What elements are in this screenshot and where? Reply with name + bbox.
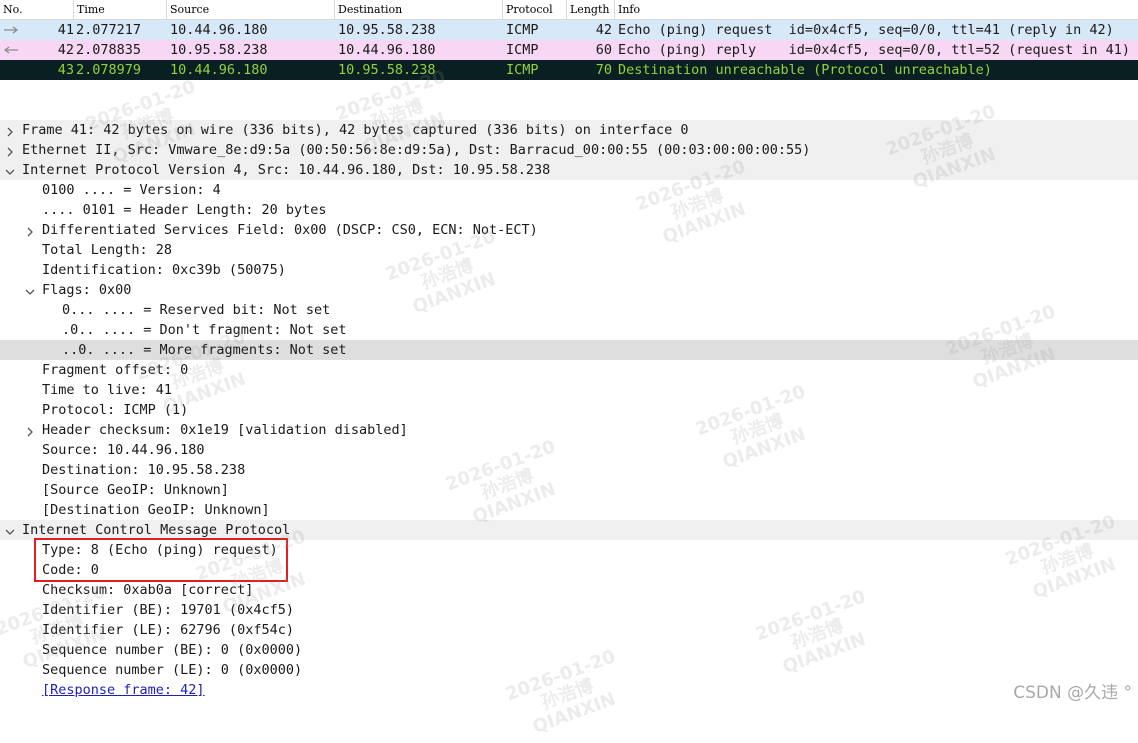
tree-item-label: Sequence number (BE): 0 (0x0000) xyxy=(42,642,303,658)
packet-cell-source: 10.44.96.180 xyxy=(170,22,268,38)
chevron-down-icon[interactable] xyxy=(4,524,16,536)
tree-item-label: Sequence number (LE): 0 (0x0000) xyxy=(42,662,303,678)
tree-item[interactable]: Source: 10.44.96.180 xyxy=(0,440,1138,460)
packet-cell-info: Echo (ping) reply id=0x4cf5, seq=0/0, tt… xyxy=(618,42,1131,58)
arrow-right-icon xyxy=(3,20,19,40)
tree-item[interactable]: Sequence number (BE): 0 (0x0000) xyxy=(0,640,1138,660)
tree-item-label: Internet Control Message Protocol xyxy=(22,522,291,538)
annotation-highlight-box xyxy=(34,538,288,582)
tree-item[interactable]: Differentiated Services Field: 0x00 (DSC… xyxy=(0,220,1138,240)
column-header-info[interactable]: Info xyxy=(615,0,1138,19)
tree-item-label: Source: 10.44.96.180 xyxy=(42,442,205,458)
packet-cell-length: 42 xyxy=(595,22,612,38)
tree-item[interactable]: Destination: 10.95.58.238 xyxy=(0,460,1138,480)
tree-item-label: ..0. .... = More fragments: Not set xyxy=(62,342,347,358)
chevron-down-icon[interactable] xyxy=(24,284,36,296)
tree-item-label: Identifier (BE): 19701 (0x4cf5) xyxy=(42,602,294,618)
tree-item-label: Flags: 0x00 xyxy=(42,282,132,298)
tree-item-label: Destination: 10.95.58.238 xyxy=(42,462,246,478)
packet-cell-protocol: ICMP xyxy=(506,22,539,38)
packet-cell-info: Echo (ping) request id=0x4cf5, seq=0/0, … xyxy=(618,22,1114,38)
response-frame-link[interactable]: [Response frame: 42] xyxy=(42,680,205,700)
tree-item-label: Identification: 0xc39b (50075) xyxy=(42,262,286,278)
packet-cell-no: 41 xyxy=(57,22,74,38)
tree-item[interactable]: Identifier (BE): 19701 (0x4cf5) xyxy=(0,600,1138,620)
tree-item-label: Header checksum: 0x1e19 [validation disa… xyxy=(42,422,408,438)
packet-cell-protocol: ICMP xyxy=(506,42,539,58)
tree-item[interactable]: Sequence number (LE): 0 (0x0000) xyxy=(0,660,1138,680)
tree-item-label: Differentiated Services Field: 0x00 (DSC… xyxy=(42,222,538,238)
tree-item[interactable]: Identification: 0xc39b (50075) xyxy=(0,260,1138,280)
chevron-down-icon[interactable] xyxy=(4,164,16,176)
column-header-destination[interactable]: Destination xyxy=(335,0,503,19)
packet-cell-info: Destination unreachable (Protocol unreac… xyxy=(618,62,992,78)
tree-item[interactable]: Time to live: 41 xyxy=(0,380,1138,400)
packet-list-header: No. Time Source Destination Protocol Len… xyxy=(0,0,1138,20)
packet-list: No. Time Source Destination Protocol Len… xyxy=(0,0,1138,80)
pane-separator xyxy=(0,80,1138,120)
tree-item[interactable]: .0.. .... = Don't fragment: Not set xyxy=(0,320,1138,340)
tree-item[interactable]: [Destination GeoIP: Unknown] xyxy=(0,500,1138,520)
tree-item[interactable]: 0100 .... = Version: 4 xyxy=(0,180,1138,200)
packet-cell-time: 2.078979 xyxy=(76,62,142,78)
packet-row[interactable]: 43 2.078979 10.44.96.180 10.95.58.238 ICMP 70… xyxy=(0,60,1138,80)
tree-item[interactable]: Total Length: 28 xyxy=(0,240,1138,260)
tree-item-label: 0... .... = Reserved bit: Not set xyxy=(62,302,331,318)
packet-cell-destination: 10.95.58.238 xyxy=(338,62,436,78)
tree-item-label: [Destination GeoIP: Unknown] xyxy=(42,502,270,518)
tree-item[interactable]: ..0. .... = More fragments: Not set xyxy=(0,340,1138,360)
column-header-protocol[interactable]: Protocol xyxy=(503,0,567,19)
tree-item[interactable]: Fragment offset: 0 xyxy=(0,360,1138,380)
packet-cell-destination: 10.95.58.238 xyxy=(338,22,436,38)
packet-cell-time: 2.077217 xyxy=(76,22,142,38)
column-header-no[interactable]: No. xyxy=(0,0,74,19)
tree-item[interactable]: Frame 41: 42 bytes on wire (336 bits), 4… xyxy=(0,120,1138,140)
chevron-right-icon[interactable] xyxy=(24,224,36,237)
tree-item[interactable]: Internet Control Message Protocol xyxy=(0,520,1138,540)
tree-item[interactable]: 0... .... = Reserved bit: Not set xyxy=(0,300,1138,320)
tree-item[interactable]: Ethernet II, Src: Vmware_8e:d9:5a (00:50… xyxy=(0,140,1138,160)
tree-item[interactable]: [Response frame: 42] xyxy=(0,680,1138,700)
tree-item-label: Frame 41: 42 bytes on wire (336 bits), 4… xyxy=(22,122,689,138)
chevron-right-icon[interactable] xyxy=(24,424,36,437)
packet-cell-length: 60 xyxy=(595,42,612,58)
packet-cell-source: 10.95.58.238 xyxy=(170,42,268,58)
tree-item-label: Identifier (LE): 62796 (0xf54c) xyxy=(42,622,294,638)
tree-item-label: Checksum: 0xab0a [correct] xyxy=(42,582,254,598)
packet-cell-no: 43 xyxy=(57,62,74,78)
tree-item[interactable]: Checksum: 0xab0a [correct] xyxy=(0,580,1138,600)
tree-item[interactable]: [Source GeoIP: Unknown] xyxy=(0,480,1138,500)
packet-cell-length: 70 xyxy=(595,62,612,78)
packet-cell-source: 10.44.96.180 xyxy=(170,62,268,78)
column-header-time[interactable]: Time xyxy=(74,0,167,19)
packet-row[interactable]: 41 2.077217 10.44.96.180 10.95.58.238 ICMP 42… xyxy=(0,20,1138,40)
packet-cell-protocol: ICMP xyxy=(506,62,539,78)
chevron-right-icon[interactable] xyxy=(4,144,16,157)
tree-item-label: Time to live: 41 xyxy=(42,382,173,398)
packet-cell-destination: 10.44.96.180 xyxy=(338,42,436,58)
tree-item-label: .0.. .... = Don't fragment: Not set xyxy=(62,322,347,338)
tree-item-label: Ethernet II, Src: Vmware_8e:d9:5a (00:50… xyxy=(22,142,811,158)
tree-item[interactable]: Header checksum: 0x1e19 [validation disa… xyxy=(0,420,1138,440)
tree-item[interactable]: Identifier (LE): 62796 (0xf54c) xyxy=(0,620,1138,640)
tree-item-label: 0100 .... = Version: 4 xyxy=(42,182,221,198)
packet-cell-no: 42 xyxy=(57,42,74,58)
tree-item-label: .... 0101 = Header Length: 20 bytes xyxy=(42,202,327,218)
tree-item[interactable]: Protocol: ICMP (1) xyxy=(0,400,1138,420)
chevron-right-icon[interactable] xyxy=(4,124,16,137)
tree-item-label: Protocol: ICMP (1) xyxy=(42,402,189,418)
csdn-watermark-label: CSDN @久违 ° xyxy=(1013,683,1132,703)
tree-item[interactable]: Flags: 0x00 xyxy=(0,280,1138,300)
tree-item-label: Total Length: 28 xyxy=(42,242,173,258)
arrow-left-icon xyxy=(3,40,19,60)
tree-item[interactable]: Internet Protocol Version 4, Src: 10.44.… xyxy=(0,160,1138,180)
column-header-source[interactable]: Source xyxy=(167,0,335,19)
column-header-length[interactable]: Length xyxy=(567,0,615,19)
packet-row[interactable]: 42 2.078835 10.95.58.238 10.44.96.180 ICMP 60… xyxy=(0,40,1138,60)
packet-cell-time: 2.078835 xyxy=(76,42,142,58)
tree-item[interactable]: .... 0101 = Header Length: 20 bytes xyxy=(0,200,1138,220)
tree-item-label: [Source GeoIP: Unknown] xyxy=(42,482,229,498)
tree-item-label: Internet Protocol Version 4, Src: 10.44.… xyxy=(22,162,551,178)
tree-item-label: Fragment offset: 0 xyxy=(42,362,189,378)
